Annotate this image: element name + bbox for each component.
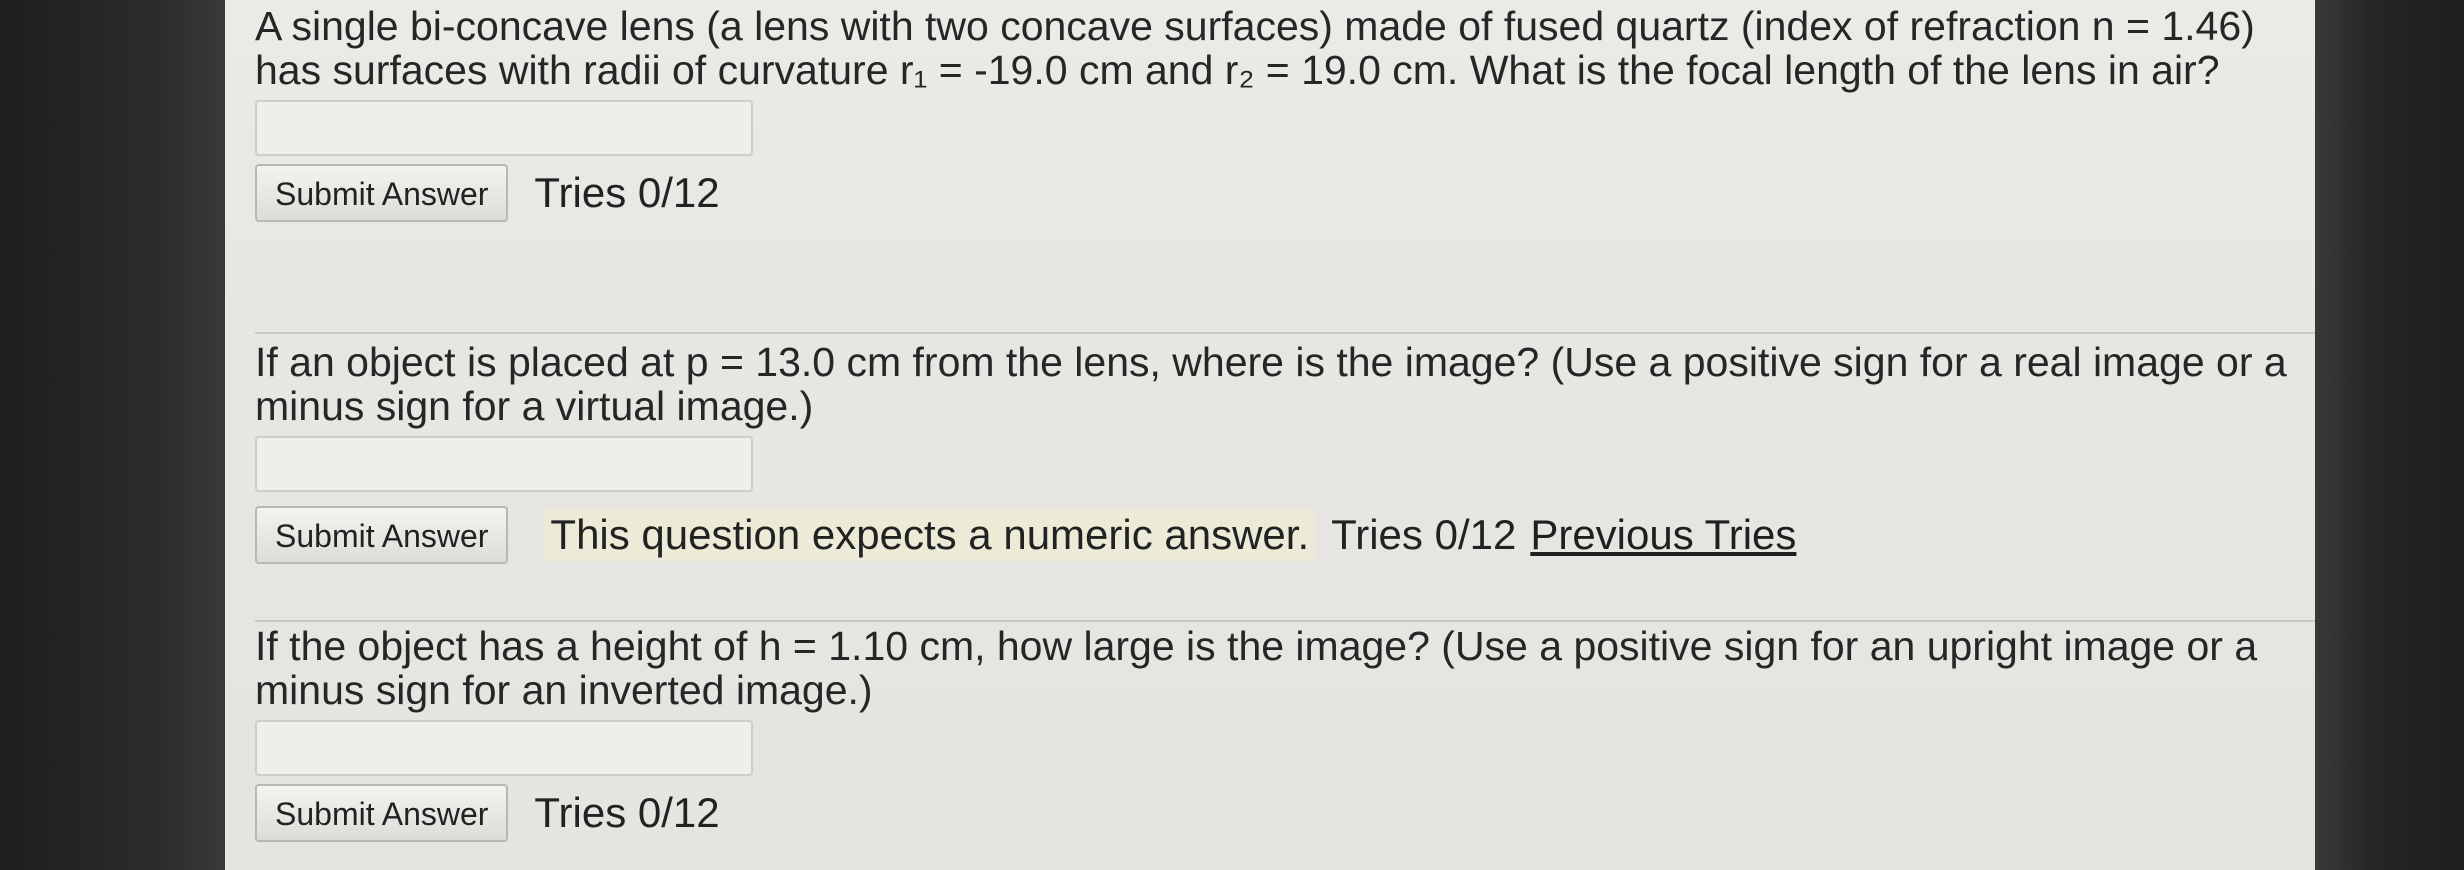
device-bezel-right (2309, 0, 2464, 870)
question-3-submit-row: Submit Answer Tries 0/12 (255, 784, 2295, 842)
divider-2 (255, 620, 2315, 622)
question-1-tries: Tries 0/12 (534, 169, 720, 216)
question-3-text: If the object has a height of h = 1.10 c… (255, 623, 2258, 713)
question-3: If the object has a height of h = 1.10 c… (255, 624, 2295, 842)
question-1-text: A single bi-concave lens (a lens with tw… (255, 3, 2255, 93)
question-3-answer-input[interactable] (255, 720, 753, 776)
question-2-numeric-hint: This question expects a numeric answer. (544, 509, 1316, 561)
question-1-submit-button[interactable]: Submit Answer (255, 164, 509, 222)
question-2-tries: Tries 0/12 (1331, 511, 1517, 558)
divider-1 (255, 332, 2315, 334)
question-2: If an object is placed at p = 13.0 cm fr… (255, 340, 2295, 564)
question-2-submit-row: Submit Answer This question expects a nu… (255, 506, 2295, 564)
question-1-submit-row: Submit Answer Tries 0/12 (255, 164, 2295, 222)
question-3-tries: Tries 0/12 (534, 789, 720, 836)
question-2-previous-tries-link[interactable]: Previous Tries (1530, 511, 1796, 559)
device-bezel-left (0, 0, 230, 870)
question-2-submit-button[interactable]: Submit Answer (255, 506, 509, 564)
question-1-answer-input[interactable] (255, 100, 753, 156)
question-2-text: If an object is placed at p = 13.0 cm fr… (255, 339, 2287, 429)
question-1: A single bi-concave lens (a lens with tw… (255, 4, 2295, 222)
question-3-submit-button[interactable]: Submit Answer (255, 784, 509, 842)
problem-page: A single bi-concave lens (a lens with tw… (225, 0, 2315, 870)
question-2-answer-input[interactable] (255, 436, 753, 492)
